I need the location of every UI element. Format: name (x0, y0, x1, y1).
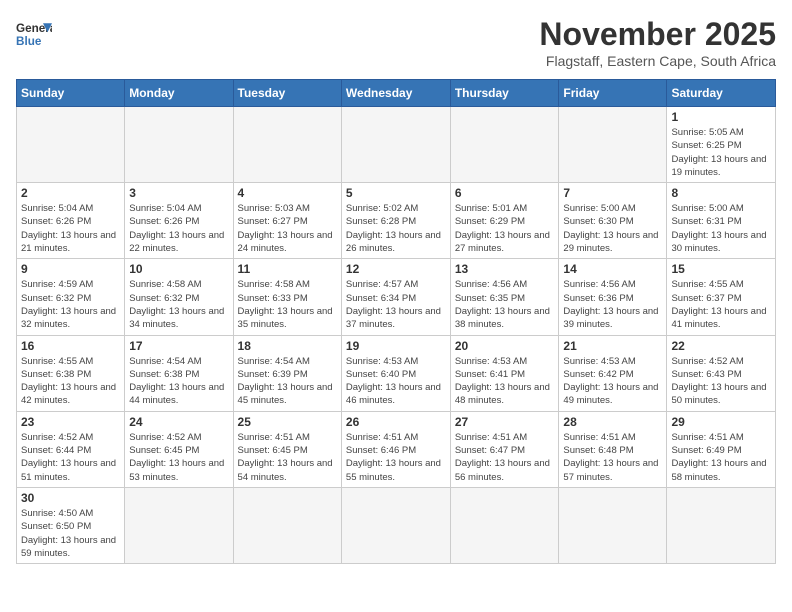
day-1: 1 Sunrise: 5:05 AM Sunset: 6:25 PM Dayli… (667, 107, 776, 183)
day-26: 26 Sunrise: 4:51 AM Sunset: 6:46 PM Dayl… (341, 411, 450, 487)
empty-cell (450, 487, 559, 563)
empty-cell (233, 107, 341, 183)
day-8: 8 Sunrise: 5:00 AM Sunset: 6:31 PM Dayli… (667, 183, 776, 259)
day-24: 24 Sunrise: 4:52 AM Sunset: 6:45 PM Dayl… (125, 411, 233, 487)
empty-cell (125, 487, 233, 563)
col-friday: Friday (559, 80, 667, 107)
col-sunday: Sunday (17, 80, 125, 107)
day-28: 28 Sunrise: 4:51 AM Sunset: 6:48 PM Dayl… (559, 411, 667, 487)
empty-cell (559, 487, 667, 563)
day-19: 19 Sunrise: 4:53 AM Sunset: 6:40 PM Dayl… (341, 335, 450, 411)
day-29: 29 Sunrise: 4:51 AM Sunset: 6:49 PM Dayl… (667, 411, 776, 487)
logo: General Blue (16, 16, 52, 52)
empty-cell (17, 107, 125, 183)
location-subtitle: Flagstaff, Eastern Cape, South Africa (539, 53, 776, 69)
logo-icon: General Blue (16, 16, 52, 52)
col-wednesday: Wednesday (341, 80, 450, 107)
day-21: 21 Sunrise: 4:53 AM Sunset: 6:42 PM Dayl… (559, 335, 667, 411)
month-title: November 2025 (539, 16, 776, 53)
calendar-row-3: 9 Sunrise: 4:59 AM Sunset: 6:32 PM Dayli… (17, 259, 776, 335)
empty-cell (450, 107, 559, 183)
empty-cell (667, 487, 776, 563)
calendar-row-4: 16 Sunrise: 4:55 AM Sunset: 6:38 PM Dayl… (17, 335, 776, 411)
day-7: 7 Sunrise: 5:00 AM Sunset: 6:30 PM Dayli… (559, 183, 667, 259)
title-area: November 2025 Flagstaff, Eastern Cape, S… (539, 16, 776, 69)
day-2: 2 Sunrise: 5:04 AM Sunset: 6:26 PM Dayli… (17, 183, 125, 259)
calendar-row-1: 1 Sunrise: 5:05 AM Sunset: 6:25 PM Dayli… (17, 107, 776, 183)
empty-cell (559, 107, 667, 183)
day-13: 13 Sunrise: 4:56 AM Sunset: 6:35 PM Dayl… (450, 259, 559, 335)
col-saturday: Saturday (667, 80, 776, 107)
day-18: 18 Sunrise: 4:54 AM Sunset: 6:39 PM Dayl… (233, 335, 341, 411)
day-16: 16 Sunrise: 4:55 AM Sunset: 6:38 PM Dayl… (17, 335, 125, 411)
empty-cell (125, 107, 233, 183)
day-23: 23 Sunrise: 4:52 AM Sunset: 6:44 PM Dayl… (17, 411, 125, 487)
page-header: General Blue November 2025 Flagstaff, Ea… (16, 16, 776, 69)
empty-cell (233, 487, 341, 563)
day-22: 22 Sunrise: 4:52 AM Sunset: 6:43 PM Dayl… (667, 335, 776, 411)
day-17: 17 Sunrise: 4:54 AM Sunset: 6:38 PM Dayl… (125, 335, 233, 411)
day-27: 27 Sunrise: 4:51 AM Sunset: 6:47 PM Dayl… (450, 411, 559, 487)
calendar-row-5: 23 Sunrise: 4:52 AM Sunset: 6:44 PM Dayl… (17, 411, 776, 487)
day-10: 10 Sunrise: 4:58 AM Sunset: 6:32 PM Dayl… (125, 259, 233, 335)
day-4: 4 Sunrise: 5:03 AM Sunset: 6:27 PM Dayli… (233, 183, 341, 259)
calendar-row-2: 2 Sunrise: 5:04 AM Sunset: 6:26 PM Dayli… (17, 183, 776, 259)
day-6: 6 Sunrise: 5:01 AM Sunset: 6:29 PM Dayli… (450, 183, 559, 259)
day-3: 3 Sunrise: 5:04 AM Sunset: 6:26 PM Dayli… (125, 183, 233, 259)
col-tuesday: Tuesday (233, 80, 341, 107)
empty-cell (341, 487, 450, 563)
day-30: 30 Sunrise: 4:50 AM Sunset: 6:50 PM Dayl… (17, 487, 125, 563)
day-25: 25 Sunrise: 4:51 AM Sunset: 6:45 PM Dayl… (233, 411, 341, 487)
day-15: 15 Sunrise: 4:55 AM Sunset: 6:37 PM Dayl… (667, 259, 776, 335)
day-20: 20 Sunrise: 4:53 AM Sunset: 6:41 PM Dayl… (450, 335, 559, 411)
svg-text:Blue: Blue (16, 35, 42, 48)
day-12: 12 Sunrise: 4:57 AM Sunset: 6:34 PM Dayl… (341, 259, 450, 335)
day-9: 9 Sunrise: 4:59 AM Sunset: 6:32 PM Dayli… (17, 259, 125, 335)
calendar-table: Sunday Monday Tuesday Wednesday Thursday… (16, 79, 776, 564)
col-monday: Monday (125, 80, 233, 107)
empty-cell (341, 107, 450, 183)
day-5: 5 Sunrise: 5:02 AM Sunset: 6:28 PM Dayli… (341, 183, 450, 259)
day-14: 14 Sunrise: 4:56 AM Sunset: 6:36 PM Dayl… (559, 259, 667, 335)
day-11: 11 Sunrise: 4:58 AM Sunset: 6:33 PM Dayl… (233, 259, 341, 335)
col-thursday: Thursday (450, 80, 559, 107)
calendar-row-6: 30 Sunrise: 4:50 AM Sunset: 6:50 PM Dayl… (17, 487, 776, 563)
